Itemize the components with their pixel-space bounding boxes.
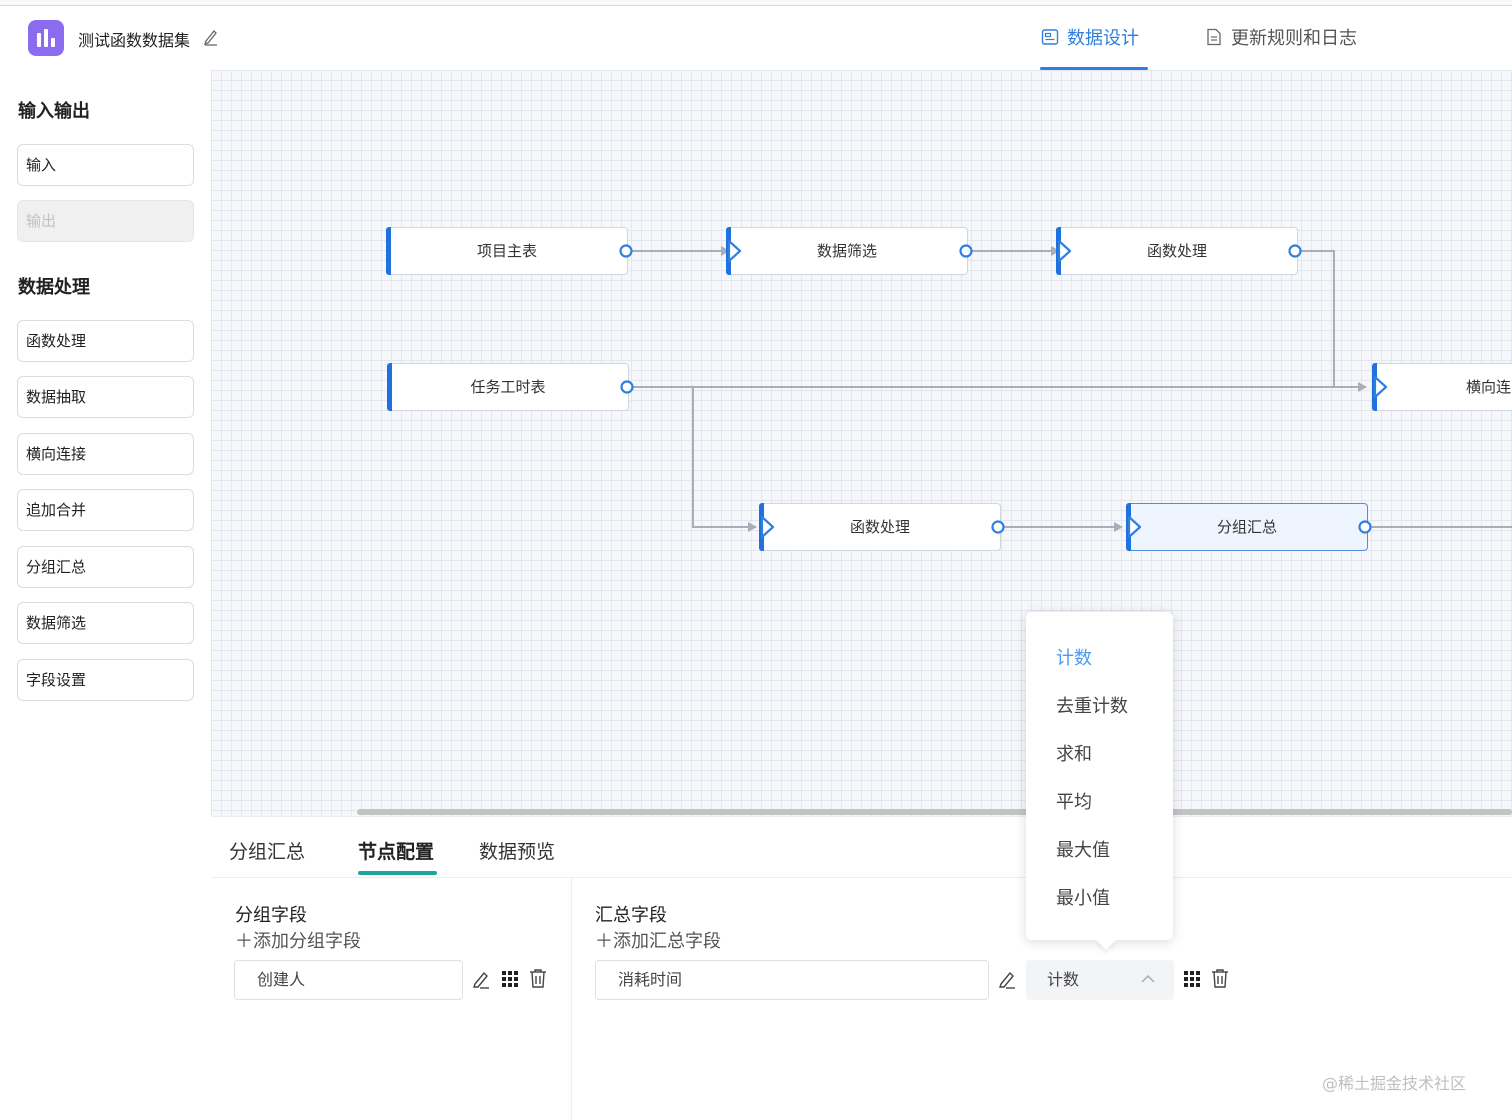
panel-tab-data-preview[interactable]: 数据预览 bbox=[479, 837, 555, 864]
section-title-io: 输入输出 bbox=[18, 101, 90, 122]
palette-item-input[interactable]: 输入 bbox=[17, 144, 194, 186]
tab-update-rules-log[interactable]: 更新规则和日志 bbox=[1205, 24, 1357, 50]
panel-tab-group-summary[interactable]: 分组汇总 bbox=[229, 837, 305, 864]
palette-item-append[interactable]: 追加合并 bbox=[17, 489, 194, 531]
node-palette-sidebar: 输入输出 输入 输出 数据处理 函数处理 数据抽取 横向连接 追加合并 分组汇总… bbox=[0, 70, 211, 1119]
edit-icon[interactable] bbox=[471, 969, 491, 989]
tab-data-design-label: 数据设计 bbox=[1067, 28, 1139, 49]
chart-logo-icon bbox=[28, 20, 64, 56]
option-max[interactable]: 最大值 bbox=[1056, 836, 1110, 862]
section-title-processing: 数据处理 bbox=[18, 277, 90, 298]
node-ports bbox=[619, 239, 1388, 539]
watermark: @稀土掘金技术社区 bbox=[1322, 1074, 1467, 1093]
grid-icon[interactable] bbox=[500, 969, 520, 989]
palette-item-output: 输出 bbox=[17, 200, 194, 242]
summary-field-input[interactable]: 消耗时间 bbox=[595, 960, 989, 1000]
palette-item-field-settings[interactable]: 字段设置 bbox=[17, 659, 194, 701]
document-icon bbox=[1207, 28, 1221, 46]
dataset-title: 测试函数数据集 bbox=[78, 31, 191, 50]
panel-tab-indicator bbox=[358, 871, 437, 875]
palette-item-extract[interactable]: 数据抽取 bbox=[17, 376, 194, 418]
tab-data-design[interactable]: 数据设计 bbox=[1041, 24, 1139, 50]
palette-item-join[interactable]: 横向连接 bbox=[17, 433, 194, 475]
aggregate-select[interactable]: 计数 bbox=[1026, 960, 1174, 1000]
app-header: 测试函数数据集 数据设计 更新规则和日志 bbox=[0, 6, 1512, 70]
edit-icon[interactable] bbox=[997, 969, 1017, 989]
option-distinct-count[interactable]: 去重计数 bbox=[1056, 692, 1128, 718]
add-summary-field-link[interactable]: ＋添加汇总字段 bbox=[595, 927, 721, 953]
option-sum[interactable]: 求和 bbox=[1056, 740, 1092, 766]
palette-item-filter[interactable]: 数据筛选 bbox=[17, 602, 194, 644]
aggregate-select-value: 计数 bbox=[1047, 970, 1080, 989]
panel-tab-node-config[interactable]: 节点配置 bbox=[358, 837, 434, 864]
design-icon bbox=[1041, 29, 1059, 45]
option-average[interactable]: 平均 bbox=[1056, 788, 1092, 814]
group-field-input[interactable]: 创建人 bbox=[234, 960, 463, 1000]
panel-column-divider bbox=[571, 877, 572, 1120]
group-field-title: 分组字段 bbox=[235, 905, 307, 926]
tab-update-rules-log-label: 更新规则和日志 bbox=[1231, 28, 1357, 49]
edit-icon[interactable] bbox=[203, 28, 219, 46]
palette-item-function[interactable]: 函数处理 bbox=[17, 320, 194, 362]
panel-divider bbox=[211, 877, 1512, 878]
canvas-horizontal-scrollbar[interactable] bbox=[357, 809, 1512, 815]
trash-icon[interactable] bbox=[528, 968, 548, 988]
grid-icon[interactable] bbox=[1182, 969, 1202, 989]
trash-icon[interactable] bbox=[1210, 968, 1230, 988]
option-min[interactable]: 最小值 bbox=[1056, 884, 1110, 910]
aggregate-dropdown-menu: 计数 去重计数 求和 平均 最大值 最小值 bbox=[1026, 612, 1173, 950]
node-config-panel: 分组汇总 节点配置 数据预览 分组字段 ＋添加分组字段 创建人 汇总字段 ＋添加… bbox=[211, 816, 1512, 1120]
chevron-up-icon bbox=[1141, 974, 1155, 983]
palette-item-group-summary[interactable]: 分组汇总 bbox=[17, 546, 194, 588]
option-count[interactable]: 计数 bbox=[1056, 644, 1092, 670]
flow-canvas[interactable]: 项目主表 数据筛选 函数处理 任务工时表 横向连 函数处理 分组汇总 bbox=[211, 70, 1512, 816]
add-group-field-link[interactable]: ＋添加分组字段 bbox=[235, 927, 361, 953]
summary-field-title: 汇总字段 bbox=[595, 905, 667, 926]
